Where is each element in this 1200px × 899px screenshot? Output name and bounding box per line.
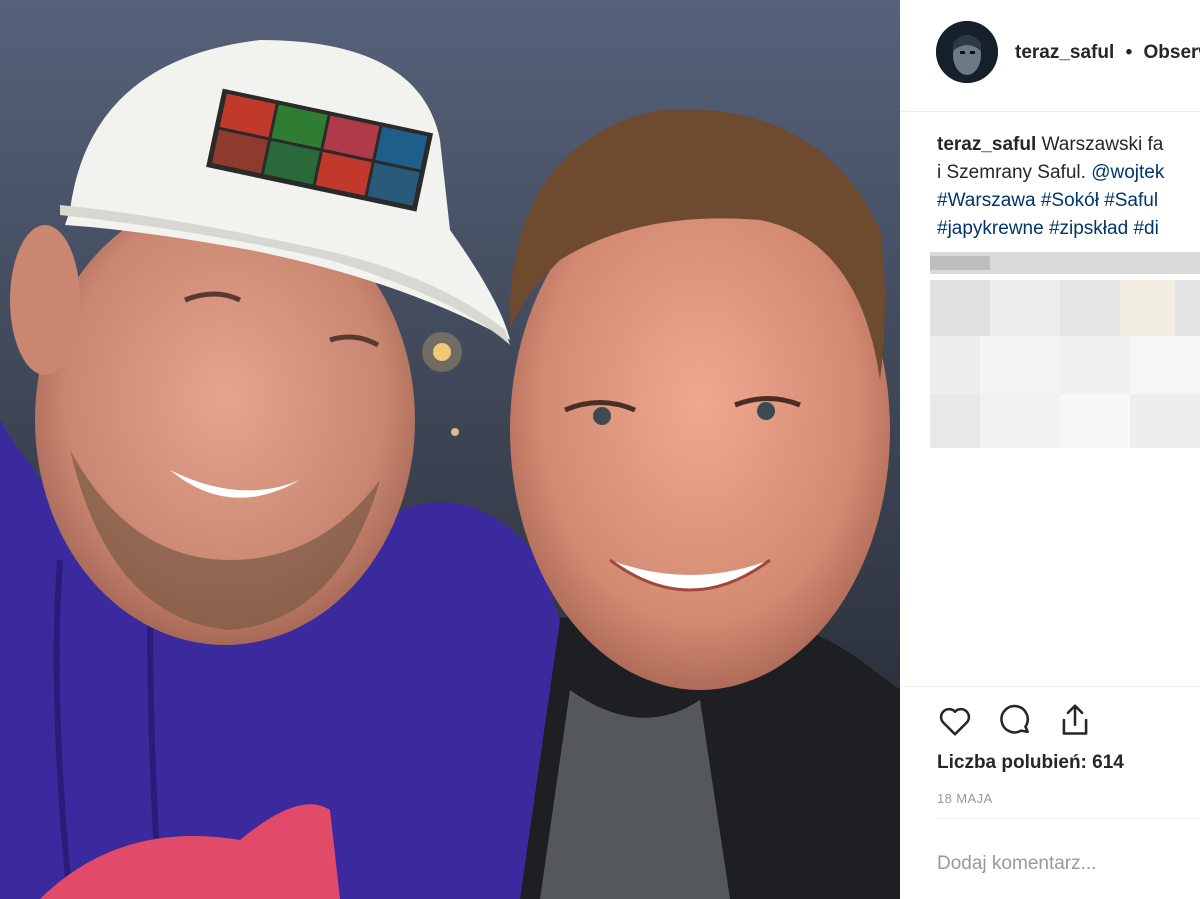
post-date[interactable]: 18 MAJA xyxy=(937,791,993,806)
avatar[interactable] xyxy=(936,21,998,83)
caption-text-2: i Szemrany Saful. xyxy=(937,162,1086,183)
caption-mention[interactable]: @wojtek xyxy=(1091,162,1164,183)
action-bar xyxy=(900,686,1200,736)
photo-illustration xyxy=(0,0,900,899)
heart-icon[interactable] xyxy=(936,701,974,744)
caption-hashtags-2[interactable]: #japykrewne #zipskład #di xyxy=(937,215,1200,243)
follow-button[interactable]: Obserwuj xyxy=(1144,42,1200,63)
likes-count[interactable]: Liczba polubień: 614 xyxy=(937,752,1124,774)
caption-text-1: Warszawski fa xyxy=(1041,134,1164,155)
post-photo[interactable] xyxy=(0,0,900,899)
post-caption: teraz_saful Warszawski fa i Szemrany Saf… xyxy=(937,131,1200,243)
header-username[interactable]: teraz_saful xyxy=(1015,42,1114,63)
comment-bar xyxy=(937,818,1200,899)
blurred-comments xyxy=(930,252,1200,448)
comment-input[interactable] xyxy=(937,849,1200,879)
post-header: teraz_saful • Obserwuj xyxy=(900,0,1200,112)
caption-hashtags-1[interactable]: #Warszawa #Sokół #Saful xyxy=(937,187,1200,215)
avatar-image xyxy=(936,21,998,83)
post-side-panel: teraz_saful • Obserwuj teraz_saful Warsz… xyxy=(900,0,1200,899)
caption-line-2: i Szemrany Saful. @wojtek xyxy=(937,159,1200,187)
header-user: teraz_saful • Obserwuj xyxy=(1015,42,1200,64)
caption-line-1: teraz_saful Warszawski fa xyxy=(937,131,1200,159)
share-upload-icon[interactable] xyxy=(1056,701,1094,744)
caption-username[interactable]: teraz_saful xyxy=(937,134,1036,155)
comment-bubble-icon[interactable] xyxy=(996,701,1034,744)
header-separator: • xyxy=(1125,42,1133,63)
